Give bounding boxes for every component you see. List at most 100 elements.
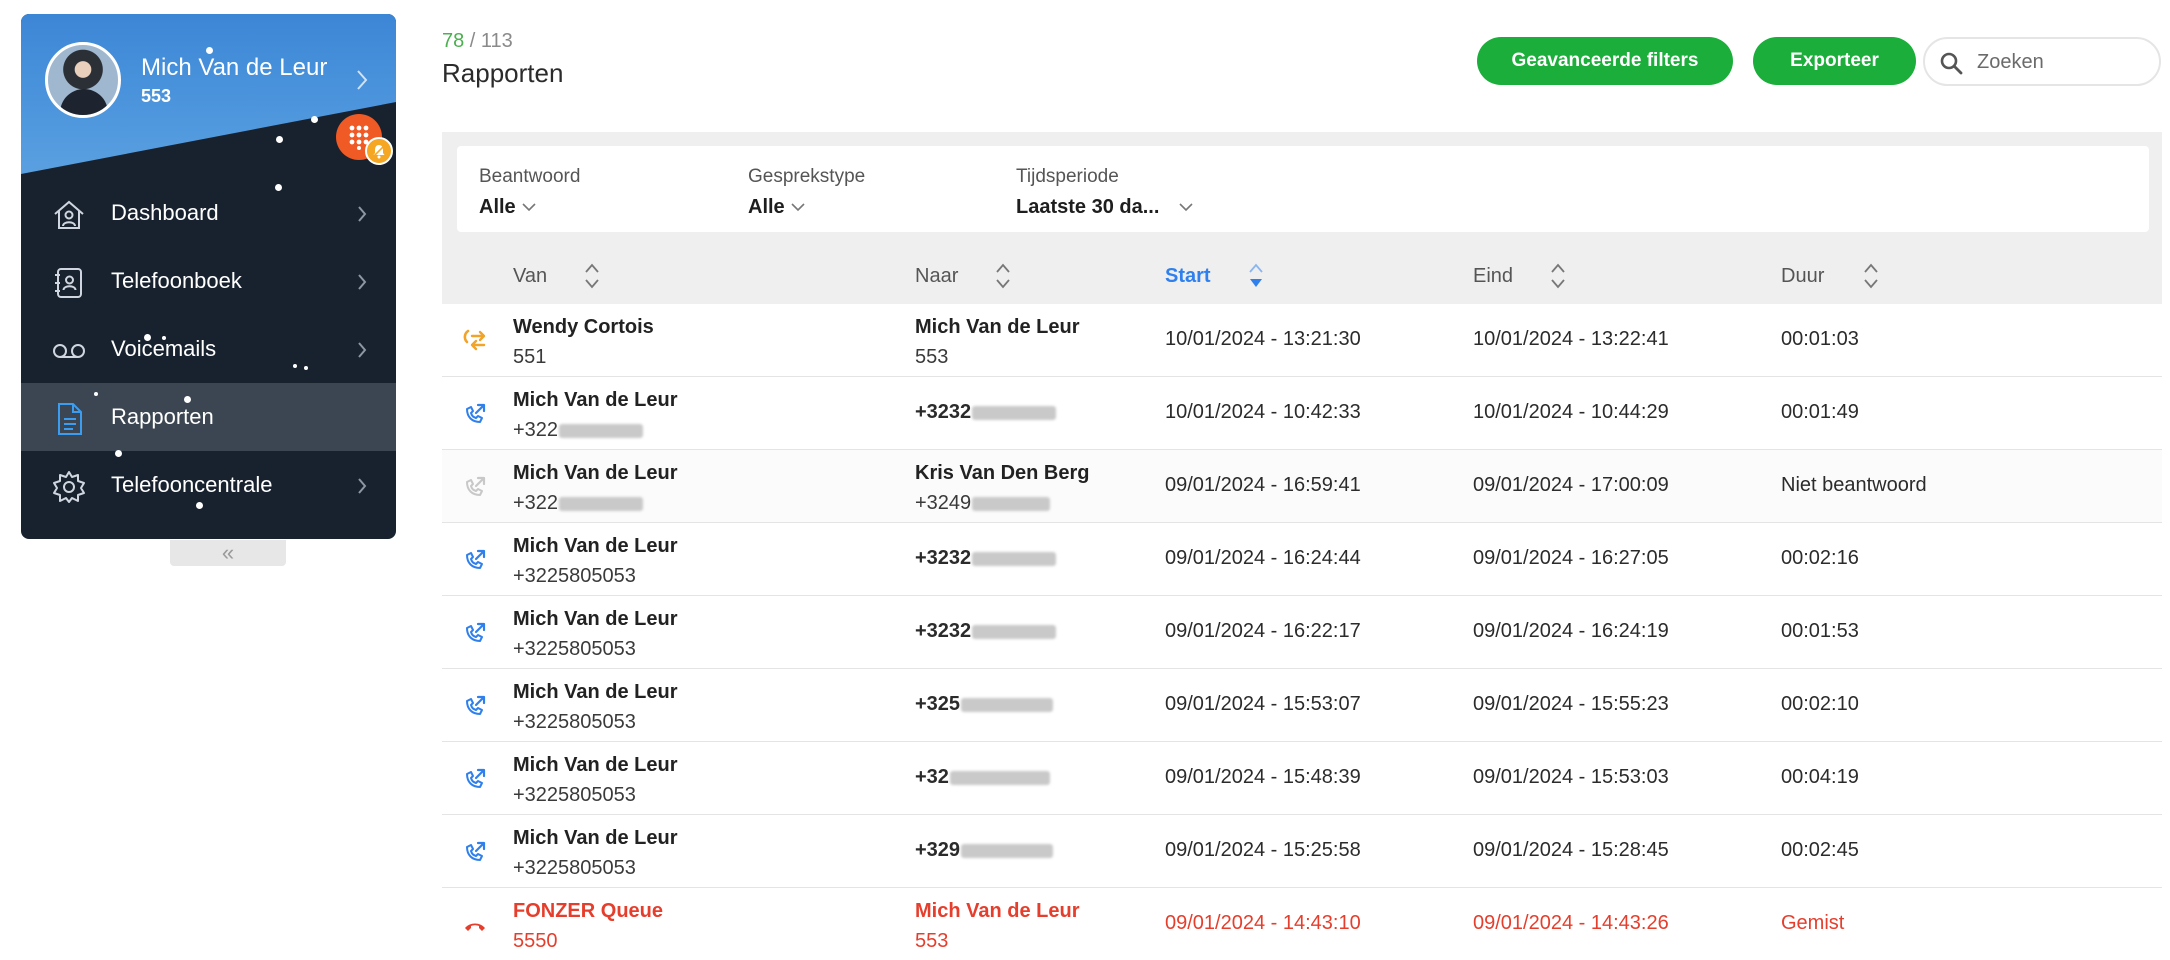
- caller-name: Mich Van de Leur: [513, 827, 678, 849]
- search-input[interactable]: [1977, 47, 2147, 77]
- caller-name: FONZER Queue: [513, 900, 664, 922]
- filter-box: [457, 146, 2149, 232]
- sort-icon[interactable]: [995, 262, 1011, 290]
- column-header-eind[interactable]: Eind: [1473, 265, 1513, 288]
- snow-dot: [94, 392, 98, 396]
- export-button[interactable]: Exporteer: [1753, 37, 1916, 85]
- column-header-van[interactable]: Van: [513, 265, 547, 288]
- bell-icon: [372, 144, 386, 159]
- sidebar-item-dashboard[interactable]: Dashboard: [21, 179, 396, 247]
- callee-number: +32: [915, 766, 1050, 789]
- outgoing-call-icon: [466, 549, 486, 569]
- redacted-digits: [961, 843, 1054, 858]
- filter-value[interactable]: Alle: [479, 196, 580, 219]
- duration: 00:01:49: [1781, 401, 1859, 423]
- avatar[interactable]: [45, 42, 121, 118]
- duration: 00:02:45: [1781, 839, 1859, 861]
- filter-label: Beantwoord: [479, 166, 581, 187]
- sidebar-item-voicemails[interactable]: Voicemails: [21, 315, 396, 383]
- outgoing-call-icon: [466, 768, 486, 788]
- column-header-start[interactable]: Start: [1165, 265, 1211, 288]
- column-header-naar[interactable]: Naar: [915, 265, 958, 288]
- callee-name: Kris Van Den Berg: [915, 462, 1090, 484]
- collapse-sidebar-button[interactable]: «: [170, 540, 286, 566]
- notification-button[interactable]: [365, 137, 393, 165]
- table-row[interactable]: Mich Van de Leur +3225805053 +32 09/01/2…: [442, 742, 2162, 815]
- sort-icon[interactable]: [1863, 262, 1879, 290]
- duration: 00:01:53: [1781, 620, 1859, 642]
- sidebar-item-rapporten[interactable]: Rapporten: [21, 383, 396, 451]
- caller-number: +322: [513, 492, 644, 515]
- caller-name: Mich Van de Leur: [513, 389, 678, 411]
- table-row[interactable]: Mich Van de Leur +3225805053 +329 09/01/…: [442, 815, 2162, 888]
- sidebar: Mich Van de Leur 553 Dashboard Telefoonb…: [21, 14, 396, 539]
- caller-number: +3225805053: [513, 565, 636, 587]
- sort-icon[interactable]: [1550, 262, 1566, 290]
- result-count-current: 78: [442, 30, 465, 52]
- filter-value[interactable]: Alle: [748, 196, 865, 219]
- search-box[interactable]: [1923, 37, 2161, 86]
- redacted-digits: [961, 697, 1054, 712]
- end-time: 09/01/2024 - 16:27:05: [1473, 547, 1669, 569]
- column-header-duur[interactable]: Duur: [1781, 265, 1824, 288]
- filter-tijdsperiode[interactable]: Tijdsperiode Laatste 30 da...: [1016, 166, 1193, 219]
- callee-name: Mich Van de Leur: [915, 316, 1080, 338]
- sidebar-item-telefoonboek[interactable]: Telefoonboek: [21, 247, 396, 315]
- duration: 00:01:03: [1781, 328, 1859, 350]
- filter-beantwoord[interactable]: Beantwoord Alle: [479, 166, 580, 219]
- home-icon: [54, 200, 84, 229]
- chevron-down-icon: [1179, 203, 1193, 212]
- snow-dot: [304, 366, 308, 370]
- table-row[interactable]: Mich Van de Leur +322 Kris Van Den Berg …: [442, 450, 2162, 523]
- callee-number: +329: [915, 839, 1054, 862]
- result-count-separator: /: [464, 30, 481, 52]
- end-time: 10/01/2024 - 10:44:29: [1473, 401, 1669, 423]
- unanswered-call-icon: [466, 476, 486, 496]
- caller-name: Mich Van de Leur: [513, 608, 678, 630]
- callee-number-prefix: +325: [915, 693, 961, 715]
- chevron-right-icon: [358, 478, 367, 494]
- filter-gesprekstype[interactable]: Gesprekstype Alle: [748, 166, 865, 219]
- table-row[interactable]: Mich Van de Leur +3225805053 +325 09/01/…: [442, 669, 2162, 742]
- end-time: 09/01/2024 - 15:28:45: [1473, 839, 1669, 861]
- outgoing-call-icon: [466, 403, 486, 423]
- advanced-filters-button[interactable]: Geavanceerde filters: [1477, 37, 1733, 85]
- table-row[interactable]: Wendy Cortois 551 Mich Van de Leur 553 1…: [442, 304, 2162, 377]
- page-title: Rapporten: [442, 58, 564, 88]
- callee-number: 553: [915, 346, 949, 368]
- caller-number: +3225805053: [513, 638, 636, 660]
- start-time: 09/01/2024 - 15:53:07: [1165, 693, 1361, 715]
- caller-name: Mich Van de Leur: [513, 462, 678, 484]
- sort-descending-icon[interactable]: [1248, 262, 1264, 290]
- start-time: 09/01/2024 - 14:43:10: [1165, 912, 1361, 934]
- snow-dot: [206, 47, 213, 54]
- caller-number: +322: [513, 419, 644, 442]
- filter-value[interactable]: Laatste 30 da...: [1016, 196, 1193, 219]
- caller-number: +3225805053: [513, 784, 636, 806]
- table-row[interactable]: Mich Van de Leur +322 +3232 10/01/2024 -…: [442, 377, 2162, 450]
- callee-number-prefix: +3232: [915, 620, 972, 642]
- filter-value-text: Alle: [479, 196, 516, 218]
- table-row[interactable]: FONZER Queue 5550 Mich Van de Leur 553 0…: [442, 888, 2162, 960]
- chevron-right-icon: [358, 342, 367, 358]
- redacted-digits: [972, 551, 1057, 566]
- redacted-digits: [949, 770, 1050, 785]
- caller-name: Mich Van de Leur: [513, 535, 678, 557]
- end-time: 10/01/2024 - 13:22:41: [1473, 328, 1669, 350]
- callee-number: +3232: [915, 620, 1057, 643]
- chevron-right-icon[interactable]: [356, 68, 368, 92]
- user-extension: 553: [141, 86, 172, 106]
- table-row[interactable]: Mich Van de Leur +3225805053 +3232 09/01…: [442, 523, 2162, 596]
- sidebar-item-telefooncentrale[interactable]: Telefooncentrale: [21, 451, 396, 519]
- snow-dot: [196, 502, 203, 509]
- caller-name: Wendy Cortois: [513, 316, 654, 338]
- user-name[interactable]: Mich Van de Leur: [141, 54, 327, 82]
- snow-dot: [162, 336, 166, 340]
- sort-icon[interactable]: [584, 262, 600, 290]
- outgoing-call-icon: [466, 622, 486, 642]
- duration: 00:04:19: [1781, 766, 1859, 788]
- callee-number-prefix: +32: [915, 766, 949, 788]
- filter-value-text: Alle: [748, 196, 785, 218]
- callee-number-prefix: +329: [915, 839, 961, 861]
- table-row[interactable]: Mich Van de Leur +3225805053 +3232 09/01…: [442, 596, 2162, 669]
